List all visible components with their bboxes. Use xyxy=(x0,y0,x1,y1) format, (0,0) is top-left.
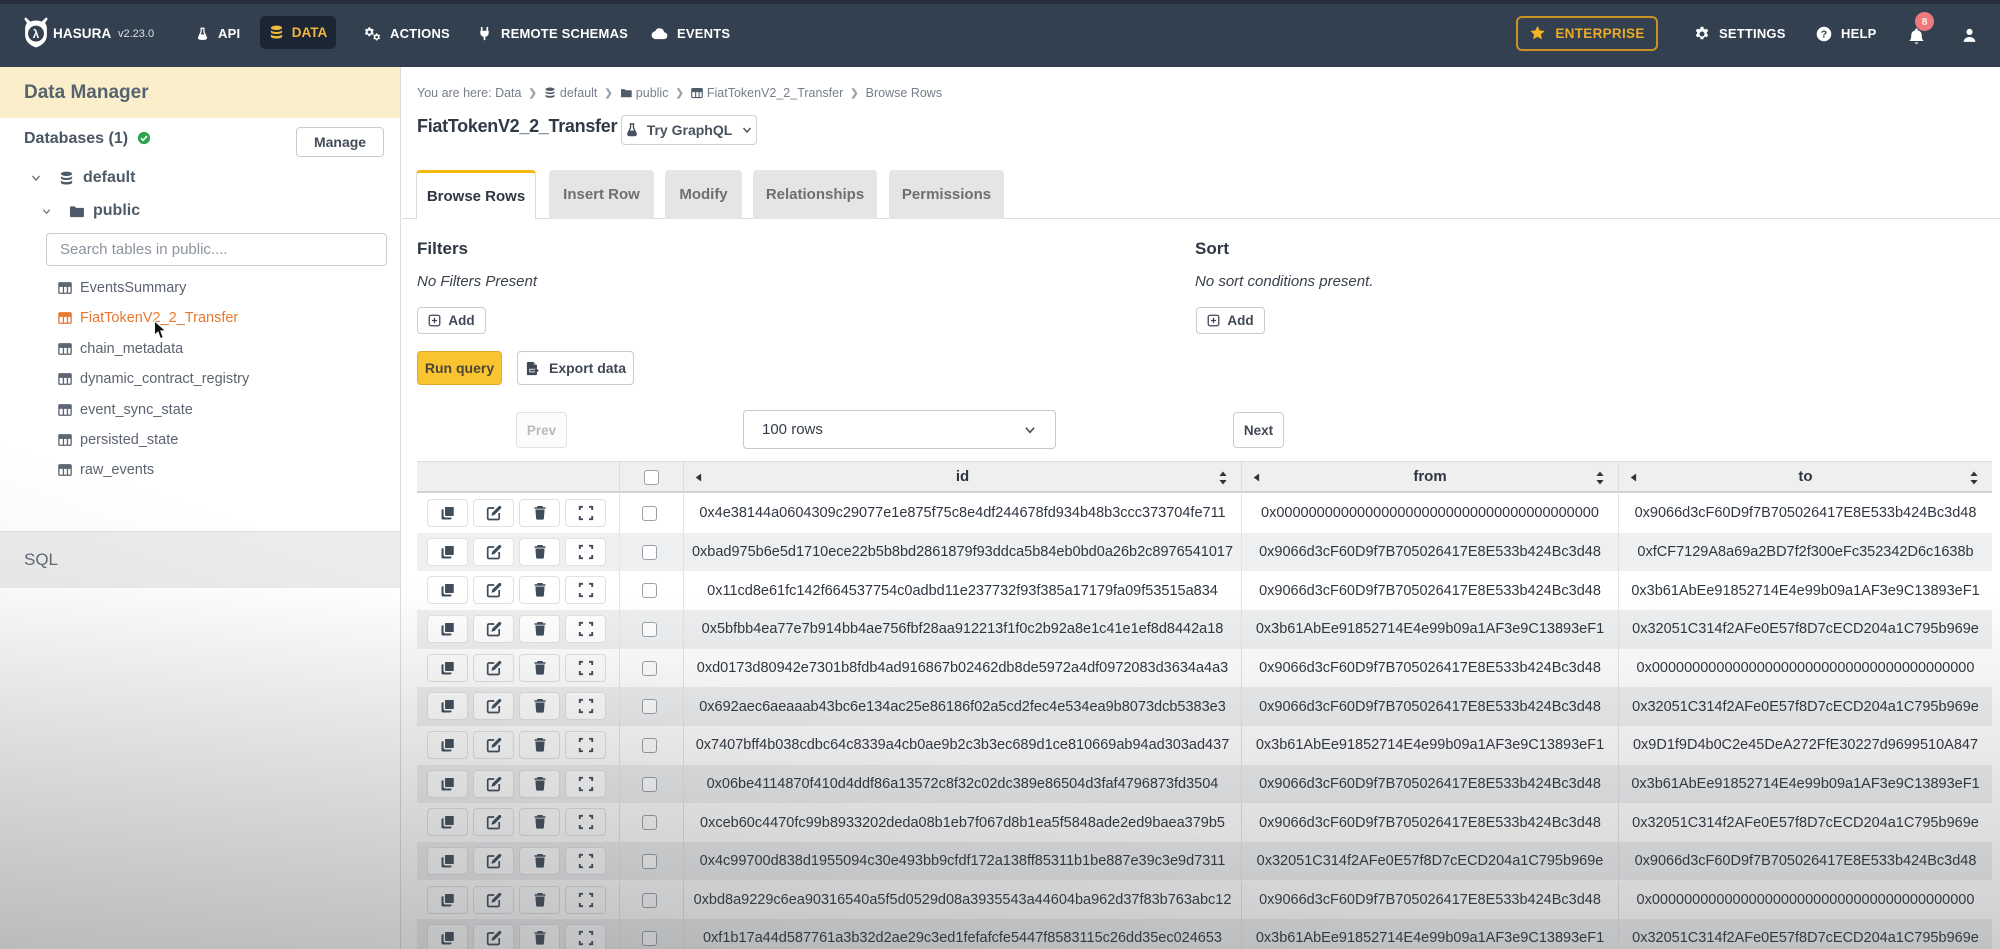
svg-text:λ: λ xyxy=(33,28,40,41)
